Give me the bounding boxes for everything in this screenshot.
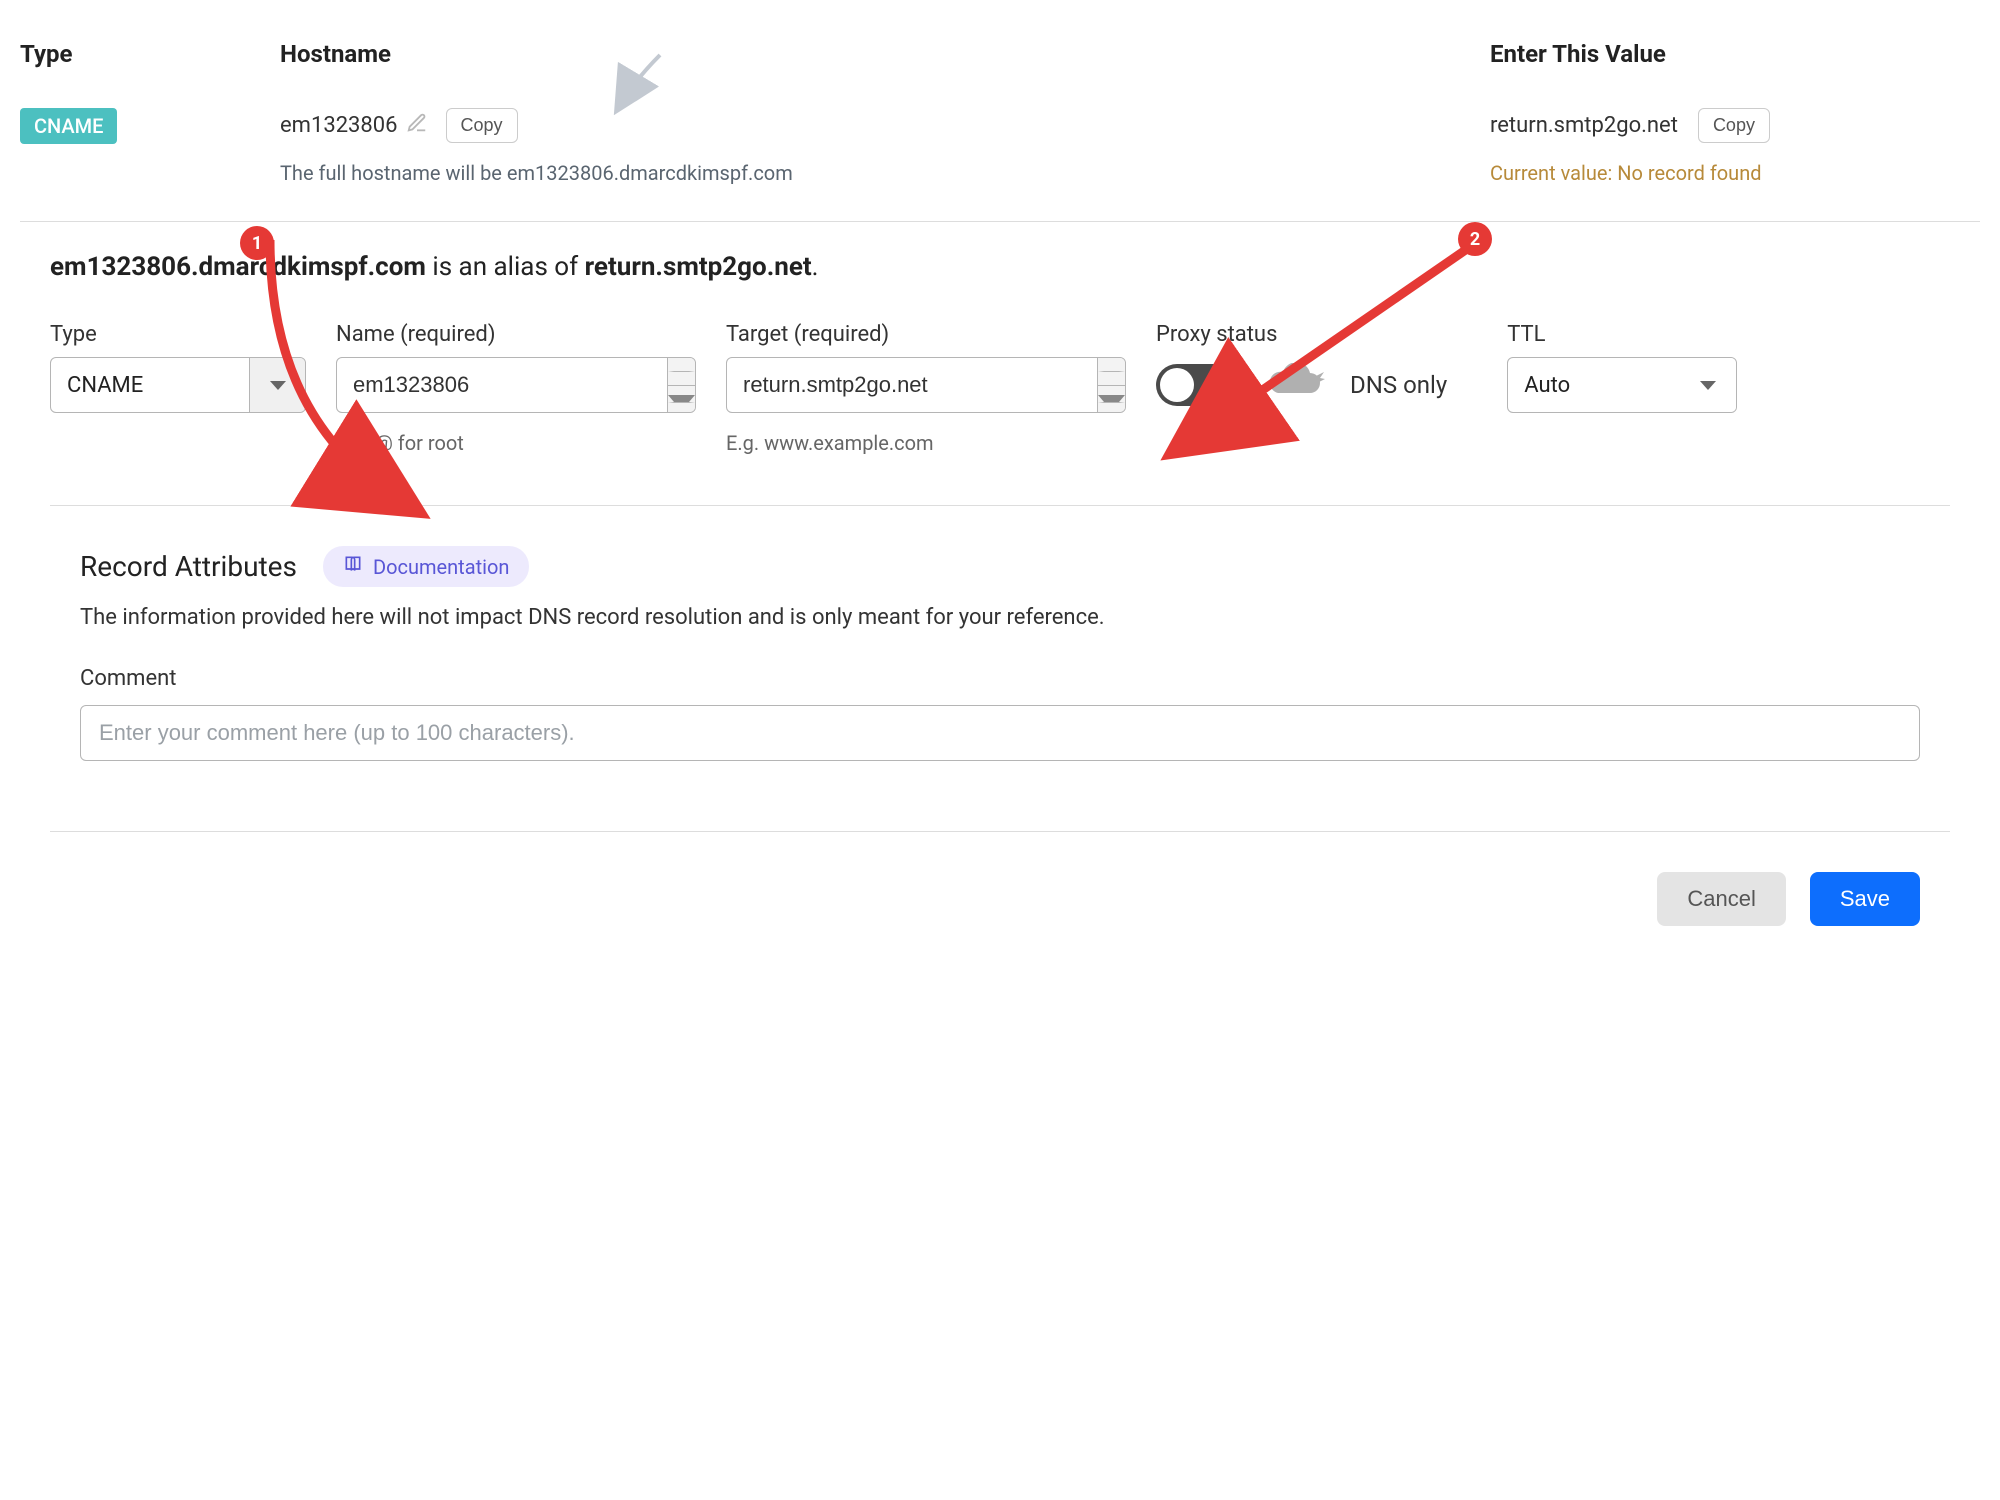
name-hint: Use @ for root [336,431,696,455]
full-hostname-hint: The full hostname will be em1323806.dmar… [280,161,1490,185]
chevron-down-icon [1700,381,1716,390]
target-step-up[interactable] [1098,358,1125,386]
proxy-toggle[interactable]: ✕ [1156,364,1242,406]
edit-icon[interactable] [406,112,428,139]
save-button[interactable]: Save [1810,872,1920,926]
divider [50,505,1950,506]
ttl-select-value: Auto [1508,358,1680,412]
hostname-value: em1323806 [280,113,398,138]
documentation-link[interactable]: Documentation [323,546,530,587]
name-step-down[interactable] [668,386,695,413]
record-type-badge: CNAME [20,108,117,144]
target-input[interactable] [727,358,1097,412]
record-attributes-description: The information provided here will not i… [80,605,1920,630]
alias-summary: em1323806.dmarcdkimspf.com is an alias o… [50,252,1950,282]
copy-hostname-button[interactable]: Copy [446,108,518,143]
record-attributes-title: Record Attributes [80,550,297,583]
chevron-down-icon [668,395,695,403]
ttl-select[interactable]: Auto [1507,357,1737,413]
copy-value-button[interactable]: Copy [1698,108,1770,143]
type-label: Type [50,322,306,347]
chevron-up-icon [668,371,695,372]
cloud-icon [1266,363,1326,408]
chevron-down-icon [270,381,286,390]
book-icon [343,554,363,579]
current-value-text: Current value: No record found [1490,161,1980,185]
col-header-hostname: Hostname [280,40,1490,68]
target-value-text: return.smtp2go.net [1490,113,1678,138]
comment-label: Comment [80,666,1920,691]
cancel-button[interactable]: Cancel [1657,872,1785,926]
name-input-wrap [336,357,696,413]
documentation-label: Documentation [373,555,510,579]
target-label: Target (required) [726,322,1126,347]
annotation-badge-2: 2 [1458,222,1492,256]
x-icon: ✕ [1211,373,1228,397]
ttl-select-toggle[interactable] [1680,358,1736,412]
divider [50,831,1950,832]
proxy-status-text: DNS only [1350,371,1447,399]
target-hint: E.g. www.example.com [726,431,1126,455]
chevron-up-icon [1098,371,1125,372]
col-header-type: Type [20,40,280,68]
comment-input[interactable] [80,705,1920,761]
name-input[interactable] [337,358,667,412]
name-label: Name (required) [336,322,696,347]
type-select[interactable]: CNAME [50,357,306,413]
col-header-value: Enter This Value [1490,40,1980,68]
target-input-wrap [726,357,1126,413]
chevron-down-icon [1098,395,1125,403]
annotation-badge-1: 1 [240,226,274,260]
type-select-value: CNAME [51,358,249,412]
proxy-label: Proxy status [1156,322,1447,347]
ttl-label: TTL [1507,322,1737,347]
name-step-up[interactable] [668,358,695,386]
target-step-down[interactable] [1098,386,1125,413]
type-select-toggle[interactable] [249,358,305,412]
